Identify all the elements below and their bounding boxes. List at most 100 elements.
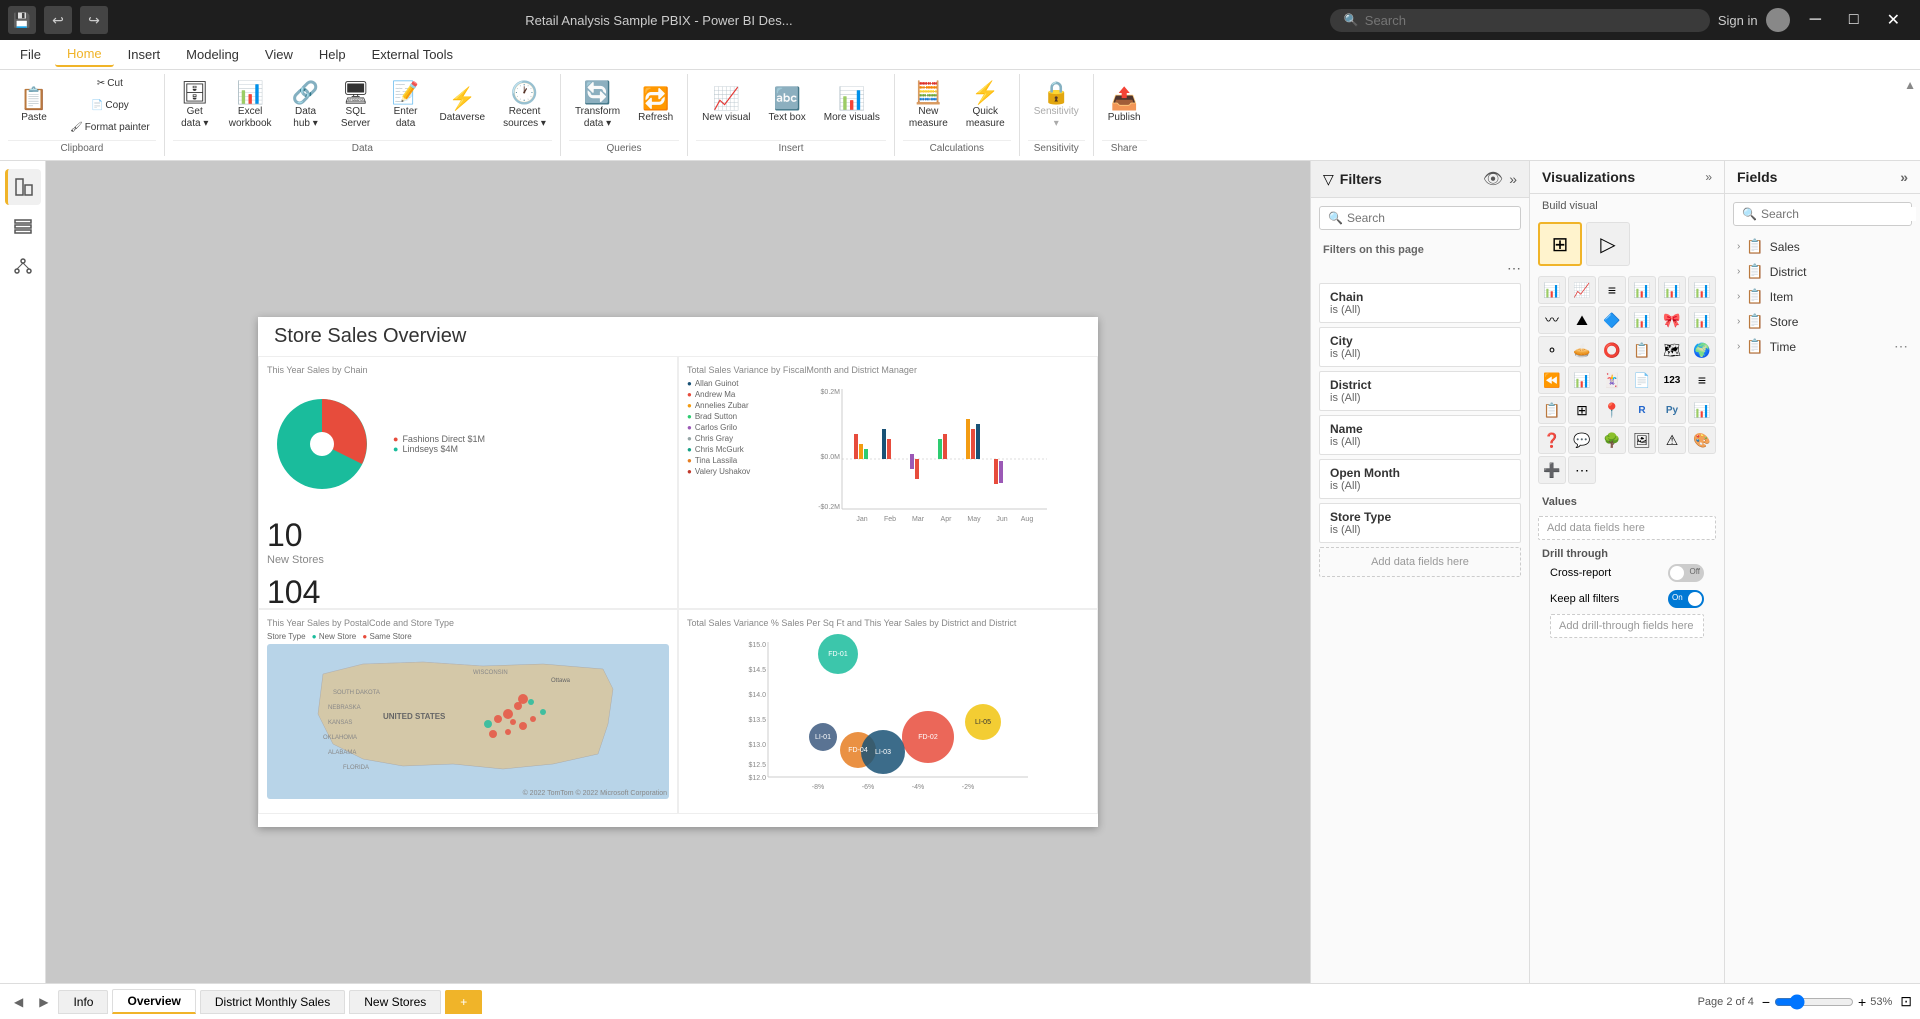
viz-treemap[interactable]: 📋	[1628, 336, 1656, 364]
enter-data-button[interactable]: 📝 Enterdata	[384, 78, 428, 134]
filter-open-month[interactable]: Open Month is (All)	[1319, 459, 1521, 499]
viz-add-new[interactable]: ➕	[1538, 456, 1566, 484]
viz-line-col[interactable]: 📊	[1628, 306, 1656, 334]
transform-data-button[interactable]: 🔄 Transformdata ▾	[569, 78, 626, 134]
global-search-input[interactable]	[1365, 13, 1665, 28]
sidebar-item-data[interactable]	[5, 209, 41, 245]
viz-azure-map[interactable]: 📍	[1598, 396, 1626, 424]
fields-expand-icon[interactable]: »	[1900, 169, 1908, 185]
viz-pie[interactable]: 🥧	[1568, 336, 1596, 364]
viz-r-visual[interactable]: R	[1628, 396, 1656, 424]
viz-power-apps[interactable]: 🎨	[1688, 426, 1716, 454]
cut-button[interactable]: ✂ Cut	[64, 74, 156, 94]
filters-eye-icon[interactable]: 👁	[1483, 169, 1503, 189]
viz-slicer-icon[interactable]: ≡	[1688, 366, 1716, 394]
viz-smart-narrative[interactable]: 💬	[1568, 426, 1596, 454]
viz-gauge[interactable]: 📊	[1568, 366, 1596, 394]
filter-more-options[interactable]: ⋯	[1507, 260, 1521, 277]
menu-file[interactable]: File	[8, 43, 53, 66]
refresh-button[interactable]: 🔁 Refresh	[632, 84, 679, 128]
minimize-button[interactable]: ─	[1798, 6, 1833, 34]
quick-measure-button[interactable]: ⚡ Quickmeasure	[960, 78, 1011, 134]
viz-table[interactable]: 📋	[1538, 396, 1566, 424]
viz-filled-map[interactable]: 🌍	[1688, 336, 1716, 364]
menu-view[interactable]: View	[253, 43, 305, 66]
copy-button[interactable]: 📄 Copy	[64, 96, 156, 116]
field-sales[interactable]: › 📋 Sales	[1725, 234, 1920, 259]
viz-panel-expand[interactable]: »	[1705, 170, 1712, 184]
viz-decomp-tree[interactable]: 🌳	[1598, 426, 1626, 454]
filters-search-box[interactable]: 🔍	[1319, 206, 1521, 230]
format-painter-button[interactable]: 🖌 Format painter	[64, 118, 156, 138]
map-chart-quadrant[interactable]: This Year Sales by PostalCode and Store …	[258, 609, 678, 814]
viz-donut[interactable]: ⭕	[1598, 336, 1626, 364]
canvas-container[interactable]: Store Sales Overview This Year Sales by …	[46, 161, 1310, 983]
maximize-button[interactable]: □	[1837, 6, 1871, 34]
recent-sources-button[interactable]: 🕐 Recentsources ▾	[497, 78, 552, 134]
filters-add-data[interactable]: Add data fields here	[1319, 547, 1521, 577]
menu-help[interactable]: Help	[307, 43, 358, 66]
menu-home[interactable]: Home	[55, 42, 114, 67]
publish-button[interactable]: 📤 Publish	[1102, 84, 1147, 128]
viz-multi-row-card[interactable]: 📄	[1628, 366, 1656, 394]
viz-stacked-bar[interactable]: 📊	[1538, 276, 1566, 304]
sidebar-item-report[interactable]	[5, 169, 41, 205]
dataverse-button[interactable]: ⚡ Dataverse	[434, 84, 492, 128]
viz-area[interactable]: ⛰	[1568, 306, 1596, 334]
filters-collapse-icon[interactable]: »	[1509, 171, 1517, 187]
viz-type-table[interactable]: ⊞	[1538, 222, 1582, 266]
menu-modeling[interactable]: Modeling	[174, 43, 251, 66]
field-district[interactable]: › 📋 District	[1725, 259, 1920, 284]
zoom-slider[interactable]	[1774, 994, 1854, 1010]
add-page-button[interactable]: +	[445, 990, 482, 1014]
excel-workbook-button[interactable]: 📊 Excelworkbook	[223, 78, 278, 134]
filter-district[interactable]: District is (All)	[1319, 371, 1521, 411]
viz-matrix[interactable]: ⊞	[1568, 396, 1596, 424]
viz-ribbon[interactable]: 🎀	[1658, 306, 1686, 334]
page-tab-info[interactable]: Info	[58, 990, 108, 1014]
menu-external-tools[interactable]: External Tools	[360, 43, 465, 66]
drill-through-drop-area[interactable]: Add drill-through fields here	[1550, 614, 1704, 638]
viz-100-col[interactable]: 📊	[1688, 276, 1716, 304]
viz-funnel[interactable]: ⏪	[1538, 366, 1566, 394]
paste-button[interactable]: 📋 Paste	[8, 84, 60, 128]
next-page-button[interactable]: ▶	[33, 993, 54, 1011]
field-time-more[interactable]: ⋯	[1894, 338, 1908, 355]
filter-chain[interactable]: Chain is (All)	[1319, 283, 1521, 323]
new-visual-button[interactable]: 📈 New visual	[696, 84, 756, 128]
viz-kpi[interactable]: 123	[1658, 366, 1686, 394]
new-measure-button[interactable]: 🧮 Newmeasure	[903, 78, 954, 134]
page-tab-overview[interactable]: Overview	[112, 989, 195, 1014]
global-search-bar[interactable]: 🔍	[1330, 9, 1710, 32]
pie-chart-quadrant[interactable]: This Year Sales by Chain ● Fashions Dire	[258, 356, 678, 609]
get-data-button[interactable]: 🗄 Getdata ▾	[173, 78, 217, 134]
field-time[interactable]: › 📋 Time ⋯	[1725, 334, 1920, 359]
keep-filters-toggle[interactable]: On	[1668, 590, 1704, 608]
fit-page-button[interactable]: ⊡	[1900, 993, 1912, 1010]
viz-clustered-col[interactable]: 📊	[1658, 276, 1686, 304]
data-hub-button[interactable]: 🔗 Datahub ▾	[284, 78, 328, 134]
more-visuals-button[interactable]: 📊 More visuals	[818, 84, 886, 128]
field-item[interactable]: › 📋 Item	[1725, 284, 1920, 309]
viz-stacked-area[interactable]: 🔷	[1598, 306, 1626, 334]
zoom-in-button[interactable]: +	[1858, 994, 1866, 1010]
prev-page-button[interactable]: ◀	[8, 993, 29, 1011]
bar-chart-quadrant[interactable]: Total Sales Variance by FiscalMonth and …	[678, 356, 1098, 609]
viz-waterfall[interactable]: 📊	[1688, 306, 1716, 334]
viz-line[interactable]: 〰	[1538, 306, 1566, 334]
filters-search-input[interactable]	[1347, 211, 1512, 225]
bubble-chart-quadrant[interactable]: Total Sales Variance % Sales Per Sq Ft a…	[678, 609, 1098, 814]
viz-python-visual[interactable]: Py	[1658, 396, 1686, 424]
viz-clustered-bar[interactable]: 📈	[1568, 276, 1596, 304]
fields-search-input[interactable]	[1761, 207, 1916, 221]
page-tab-district-monthly[interactable]: District Monthly Sales	[200, 990, 345, 1014]
fields-search-box[interactable]: 🔍	[1733, 202, 1912, 226]
cross-report-toggle[interactable]: Off	[1668, 564, 1704, 582]
user-avatar[interactable]	[1766, 8, 1790, 32]
sidebar-item-model[interactable]	[5, 249, 41, 285]
page-tab-new-stores[interactable]: New Stores	[349, 990, 441, 1014]
sql-server-button[interactable]: 🖥 SQLServer	[334, 78, 378, 134]
viz-key-influencer[interactable]: 🖼	[1628, 426, 1656, 454]
viz-paginated-report[interactable]: ⚠	[1658, 426, 1686, 454]
viz-card[interactable]: 🃏	[1598, 366, 1626, 394]
